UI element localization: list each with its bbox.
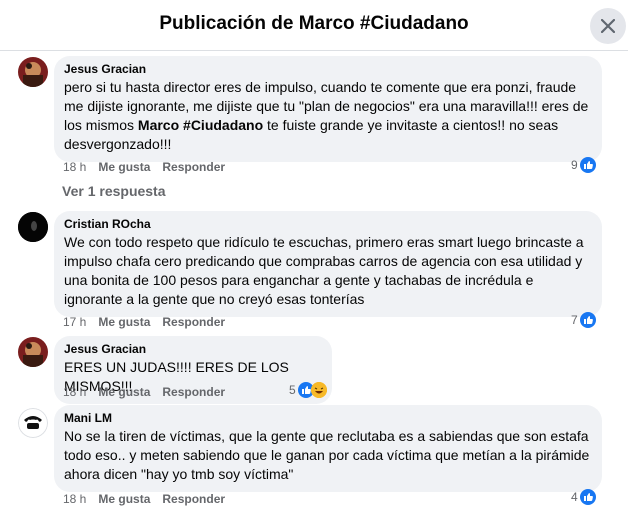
reply-button[interactable]: Responder <box>162 385 225 399</box>
comment-author[interactable]: Jesus Gracian <box>64 62 592 77</box>
like-button[interactable]: Me gusta <box>98 385 150 399</box>
close-button[interactable] <box>590 8 626 44</box>
comment-bubble: Mani LM No se la tiren de víctimas, que … <box>54 405 602 492</box>
comment-author[interactable]: Mani LM <box>64 411 592 426</box>
comment-actions: 18 h Me gusta Responder <box>63 492 237 506</box>
thumbs-up-icon <box>579 489 596 505</box>
mention-link[interactable]: Marco #Ciudadano <box>138 117 263 133</box>
dialog-title: Publicación de Marco #Ciudadano <box>159 13 469 34</box>
reaction-count: 5 <box>289 383 296 397</box>
avatar[interactable] <box>18 408 48 438</box>
comment-actions: 17 h Me gusta Responder <box>63 315 237 329</box>
comment-author[interactable]: Cristian ROcha <box>64 217 592 232</box>
reaction-count: 4 <box>571 490 578 504</box>
reply-button[interactable]: Responder <box>162 315 225 329</box>
view-replies-link[interactable]: Ver 1 respuesta <box>62 183 166 199</box>
avatar[interactable] <box>18 212 48 242</box>
like-button[interactable]: Me gusta <box>98 160 150 174</box>
comment-time[interactable]: 18 h <box>63 385 86 399</box>
comment-bubble: Cristian ROcha We con todo respeto que r… <box>54 211 602 317</box>
comment-actions: 18 h Me gusta Responder <box>63 385 237 399</box>
haha-emoji-icon <box>310 382 327 398</box>
comment-bubble: Jesus Gracian pero si tu hasta director … <box>54 56 602 162</box>
comment-actions: 18 h Me gusta Responder <box>63 160 237 174</box>
reaction-summary[interactable]: 9 <box>571 157 596 173</box>
like-button[interactable]: Me gusta <box>98 492 150 506</box>
reaction-count: 9 <box>571 158 578 172</box>
reaction-summary[interactable]: 5 <box>289 382 327 398</box>
thumbs-up-icon <box>579 157 596 173</box>
reply-button[interactable]: Responder <box>162 492 225 506</box>
dialog-header: Publicación de Marco #Ciudadano <box>0 0 628 51</box>
like-button[interactable]: Me gusta <box>98 315 150 329</box>
close-icon <box>601 19 615 33</box>
reaction-summary[interactable]: 7 <box>571 312 596 328</box>
comment-author[interactable]: Jesus Gracian <box>64 342 322 357</box>
avatar[interactable] <box>18 57 48 87</box>
reply-button[interactable]: Responder <box>162 160 225 174</box>
comment-text: pero si tu hasta director eres de impuls… <box>64 78 592 154</box>
comment-time[interactable]: 18 h <box>63 160 86 174</box>
comment-time[interactable]: 18 h <box>63 492 86 506</box>
comment-text: We con todo respeto que ridículo te escu… <box>64 234 584 307</box>
reaction-count: 7 <box>571 313 578 327</box>
reaction-summary[interactable]: 4 <box>571 489 596 505</box>
avatar[interactable] <box>18 337 48 367</box>
comment-text: No se la tiren de víctimas, que la gente… <box>64 428 590 482</box>
thumbs-up-icon <box>579 312 596 328</box>
comment-time[interactable]: 17 h <box>63 315 86 329</box>
